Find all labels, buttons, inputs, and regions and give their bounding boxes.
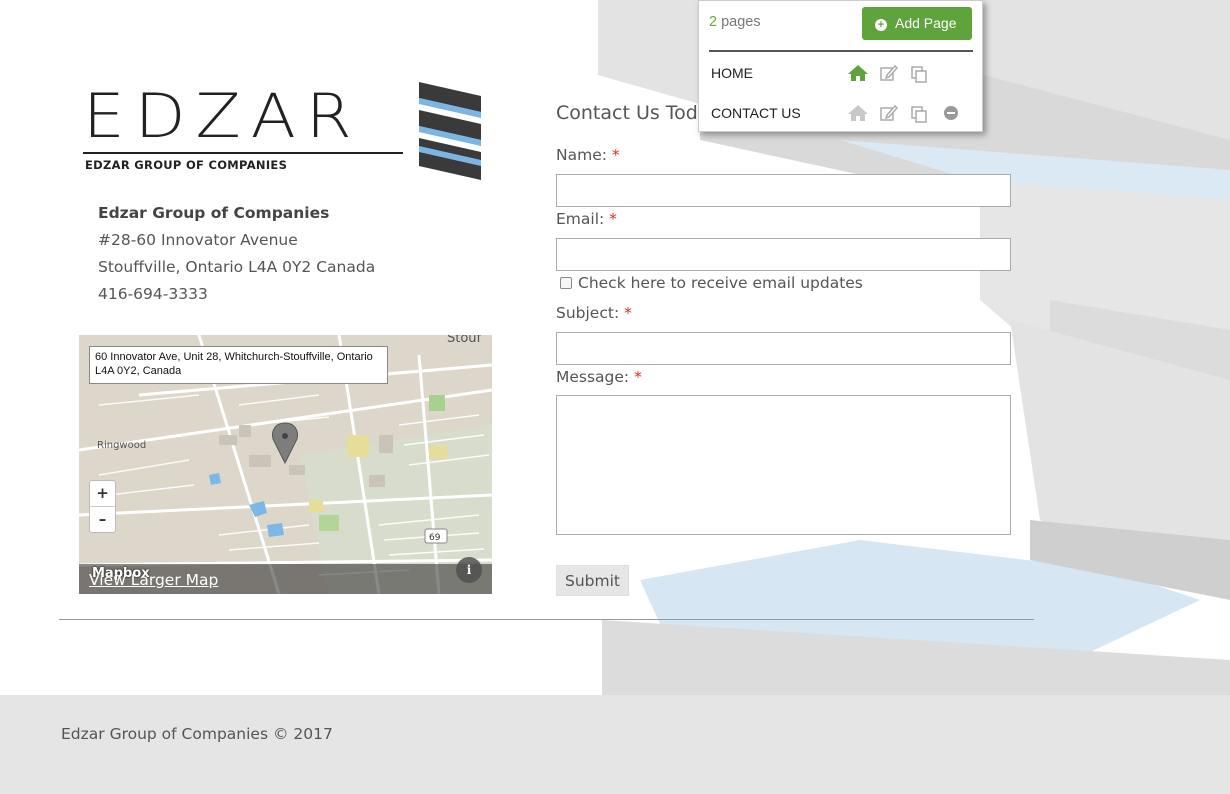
add-page-button[interactable]: + Add Page — [862, 7, 972, 40]
message-label-text: Message: — [556, 368, 630, 386]
page-row-contact-us[interactable]: CONTACT US — [711, 103, 971, 123]
message-label: Message: * — [556, 368, 642, 386]
logo-mark-icon — [419, 82, 481, 180]
map-info-icon[interactable]: i — [456, 557, 482, 583]
name-label-text: Name: — [556, 146, 607, 164]
home-icon[interactable] — [847, 103, 869, 123]
content-divider — [59, 619, 1034, 620]
zoom-in-button[interactable]: + — [90, 481, 115, 507]
duplicate-icon[interactable] — [909, 103, 929, 123]
map-place-ringwood: Ringwood — [97, 440, 146, 451]
page-count-number: 2 — [709, 14, 718, 30]
duplicate-icon[interactable] — [909, 63, 929, 83]
address-city: Stouffville, Ontario L4A 0Y2 Canada — [98, 258, 376, 276]
address-phone: 416-694-3333 — [98, 285, 208, 303]
company-logo: EDZAR EDZAR GROUP OF COMPANIES — [79, 80, 485, 182]
add-page-label: Add Page — [895, 15, 957, 31]
address-company: Edzar Group of Companies — [98, 204, 330, 222]
map-road-shield: 69 — [429, 533, 441, 543]
email-label: Email: * — [556, 210, 617, 228]
page-count-label: pages — [721, 14, 761, 30]
logo-tagline: EDZAR GROUP OF COMPANIES — [85, 158, 288, 172]
page-row-home[interactable]: HOME — [711, 63, 971, 83]
required-mark: * — [634, 368, 642, 386]
page-name: HOME — [711, 65, 753, 81]
panel-divider — [709, 50, 973, 52]
submit-button[interactable]: Submit — [556, 565, 629, 596]
plus-circle-icon: + — [875, 19, 887, 31]
location-map[interactable]: Ringwood Stouf 69 60 Innovator Ave, Unit… — [79, 335, 492, 594]
required-mark: * — [611, 146, 620, 164]
delete-icon[interactable] — [941, 103, 961, 123]
map-place-stouffville: Stouf — [447, 335, 482, 346]
email-updates-row: Check here to receive email updates — [560, 274, 863, 292]
required-mark: * — [609, 210, 617, 228]
page-count: 2 pages — [709, 14, 761, 30]
contact-address: Edzar Group of Companies #28-60 Innovato… — [98, 200, 375, 308]
subject-label: Subject: * — [556, 304, 632, 322]
logo-wordmark: EDZAR — [83, 80, 362, 152]
subject-field[interactable] — [556, 332, 1011, 365]
edit-icon[interactable] — [879, 63, 899, 83]
view-larger-map-link[interactable]: View Larger Map — [89, 571, 218, 589]
map-zoom-control: + – — [89, 480, 116, 533]
email-field[interactable] — [556, 238, 1011, 271]
subject-label-text: Subject: — [556, 304, 620, 322]
address-street: #28-60 Innovator Avenue — [98, 231, 298, 249]
page-name: CONTACT US — [711, 105, 801, 121]
message-field[interactable] — [556, 395, 1011, 535]
edit-icon[interactable] — [879, 103, 899, 123]
logo-rule — [83, 152, 403, 154]
page-footer: Edzar Group of Companies © 2017 — [0, 695, 1230, 794]
email-updates-label: Check here to receive email updates — [578, 274, 863, 292]
zoom-out-button[interactable]: – — [90, 507, 115, 533]
home-icon[interactable] — [847, 63, 869, 83]
form-title: Contact Us Tod — [556, 102, 698, 124]
email-updates-checkbox[interactable] — [560, 277, 572, 289]
name-label: Name: * — [556, 146, 620, 164]
footer-copyright: Edzar Group of Companies © 2017 — [61, 725, 333, 743]
pages-panel: 2 pages + Add Page HOME CONTACT US — [698, 0, 983, 132]
email-label-text: Email: — [556, 210, 605, 228]
required-mark: * — [624, 304, 632, 322]
map-address-popup: 60 Innovator Ave, Unit 28, Whitchurch-St… — [89, 346, 388, 384]
name-field[interactable] — [556, 174, 1011, 207]
